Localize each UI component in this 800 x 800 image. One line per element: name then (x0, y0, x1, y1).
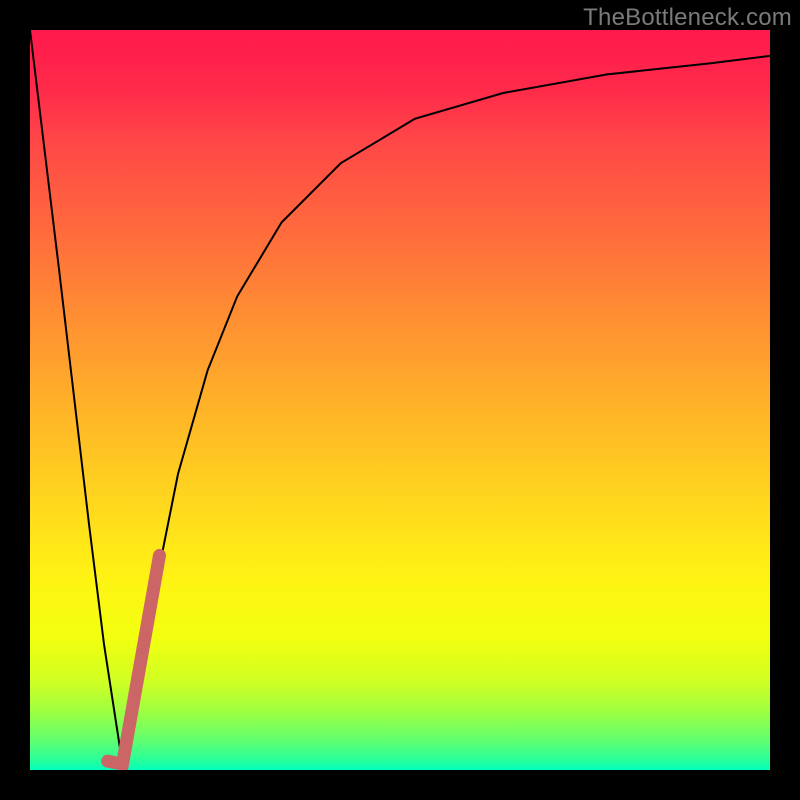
chart-frame: TheBottleneck.com (0, 0, 800, 800)
watermark-text: TheBottleneck.com (583, 4, 792, 32)
chart-svg (30, 30, 770, 770)
highlight-segment (108, 555, 160, 764)
